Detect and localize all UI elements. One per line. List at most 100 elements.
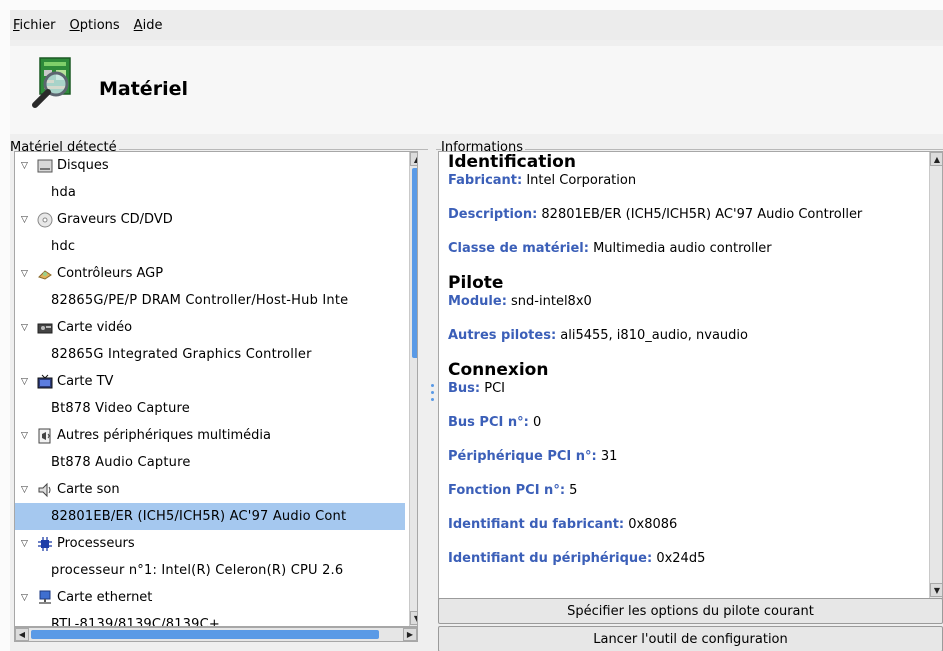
scrollbar-thumb[interactable]	[412, 168, 417, 358]
field-value: 5	[565, 483, 578, 498]
field-key: Identifiant du fabricant:	[448, 517, 625, 532]
tree-category-disques[interactable]: ▽ Disques	[15, 152, 405, 179]
tree-category-multimedia[interactable]: ▽ Autres périphériques multimédia	[15, 422, 405, 449]
menu-aide-accel: A	[133, 17, 143, 33]
section-connexion: Connexion	[448, 360, 549, 380]
field-value: 0x8086	[624, 517, 678, 532]
field-fonction-pci: Fonction PCI n°: 5	[448, 482, 926, 499]
field-module: Module: snd-intel8x0	[448, 293, 926, 310]
menu-aide[interactable]: Aide	[133, 16, 164, 35]
field-key: Bus:	[448, 381, 481, 396]
expand-triangle-icon[interactable]: ▽	[21, 377, 33, 387]
tree-category-carte-son[interactable]: ▽ Carte son	[15, 476, 405, 503]
tree-item-video-controller[interactable]: 82865G Integrated Graphics Controller	[15, 341, 405, 368]
hardware-tree[interactable]: ▽ Disques hda ▽ Graveurs CD/DVD hdc ▽ Co…	[14, 151, 418, 627]
tree-item-video-capture[interactable]: Bt878 Video Capture	[15, 395, 405, 422]
expand-triangle-icon[interactable]: ▽	[21, 431, 33, 441]
field-key: Fabricant:	[448, 173, 523, 188]
tree-category-carte-tv[interactable]: ▽ Carte TV	[15, 368, 405, 395]
tree-category-label: Graveurs CD/DVD	[57, 212, 173, 227]
expand-triangle-icon[interactable]: ▽	[21, 269, 33, 279]
application-window: Fichier Options Aide Matériel Matériel d…	[10, 10, 943, 651]
network-icon	[39, 590, 51, 604]
menu-fichier[interactable]: Fichier	[12, 16, 57, 35]
driver-options-button[interactable]: Spécifier les options du pilote courant	[438, 598, 943, 624]
menubar: Fichier Options Aide	[10, 10, 943, 40]
tree-item-label: hda	[51, 185, 77, 200]
field-value: 0	[528, 415, 542, 430]
expand-triangle-icon[interactable]: ▽	[21, 215, 33, 225]
tree-category-carte-video[interactable]: ▽ Carte vidéo	[15, 314, 405, 341]
tree-horizontal-scrollbar[interactable]: ◀ ▶	[14, 627, 418, 642]
field-bus: Bus: PCI	[448, 380, 926, 397]
tree-item-audio-controller-selected[interactable]: 82801EB/ER (ICH5/ICH5R) AC'97 Audio Cont	[15, 503, 405, 530]
panel-splitter[interactable]	[429, 380, 435, 420]
tree-category-ethernet[interactable]: ▽ Carte ethernet	[15, 584, 405, 611]
scroll-up-icon[interactable]: ▲	[410, 152, 417, 166]
video-card-icon	[37, 323, 53, 333]
field-key: Description:	[448, 207, 538, 222]
tree-item-agp-controller[interactable]: 82865G/PE/P DRAM Controller/Host-Hub Int…	[15, 287, 405, 314]
tree-category-agp[interactable]: ▽ Contrôleurs AGP	[15, 260, 405, 287]
tree-category-label: Carte TV	[57, 374, 114, 389]
field-value: ali5455, i810_audio, nvaudio	[556, 328, 748, 343]
information-content: Identification Fabricant: Intel Corporat…	[448, 152, 926, 567]
tree-vertical-scrollbar[interactable]: ▲ ▼	[409, 152, 417, 626]
expand-triangle-icon[interactable]: ▽	[21, 323, 33, 333]
scrollbar-thumb[interactable]	[31, 630, 379, 639]
field-classe: Classe de matériel: Multimedia audio con…	[448, 240, 926, 257]
menu-fichier-label: ichier	[19, 17, 56, 33]
field-id-fabricant: Identifiant du fabricant: 0x8086	[448, 516, 926, 533]
scroll-down-icon[interactable]: ▼	[410, 611, 417, 625]
field-bus-pci: Bus PCI n°: 0	[448, 414, 926, 431]
tree-item-label: Bt878 Audio Capture	[51, 455, 191, 470]
tree-category-label: Disques	[57, 158, 109, 173]
field-key: Périphérique PCI n°:	[448, 449, 597, 464]
field-value: snd-intel8x0	[506, 294, 592, 309]
tree-item-label: processeur n°1: Intel(R) Celeron(R) CPU …	[51, 563, 344, 578]
tree-category-processeurs[interactable]: ▽ Processeurs	[15, 530, 405, 557]
field-peripherique-pci: Périphérique PCI n°: 31	[448, 448, 926, 465]
field-value: Multimedia audio controller	[588, 241, 772, 256]
tree-item-label: 82801EB/ER (ICH5/ICH5R) AC'97 Audio Cont	[51, 509, 347, 524]
information-panel: Identification Fabricant: Intel Corporat…	[438, 151, 943, 599]
tree-category-graveurs[interactable]: ▽ Graveurs CD/DVD	[15, 206, 405, 233]
speaker-icon	[38, 482, 51, 497]
config-tool-button[interactable]: Lancer l'outil de configuration	[438, 626, 943, 651]
tree-category-label: Processeurs	[57, 536, 135, 551]
menu-options[interactable]: Options	[69, 16, 121, 35]
agp-icon	[38, 269, 52, 280]
tree-item-label: hdc	[51, 239, 76, 254]
field-id-peripherique: Identifiant du périphérique: 0x24d5	[448, 550, 926, 567]
field-value: PCI	[480, 381, 505, 396]
scroll-left-icon[interactable]: ◀	[15, 628, 29, 641]
section-pilote: Pilote	[448, 273, 504, 293]
field-key: Bus PCI n°:	[448, 415, 529, 430]
scroll-up-icon[interactable]: ▲	[930, 152, 942, 166]
tree-item-hda[interactable]: hda	[15, 179, 405, 206]
info-vertical-scrollbar[interactable]: ▲ ▼	[929, 152, 942, 598]
tv-card-icon	[37, 374, 53, 388]
tree-category-label: Carte ethernet	[57, 590, 153, 605]
tree-item-hdc[interactable]: hdc	[15, 233, 405, 260]
scroll-down-icon[interactable]: ▼	[930, 583, 942, 597]
field-key: Autres pilotes:	[448, 328, 557, 343]
field-value: 0x24d5	[652, 551, 706, 566]
expand-triangle-icon[interactable]: ▽	[21, 539, 33, 549]
tree-item-audio-capture[interactable]: Bt878 Audio Capture	[15, 449, 405, 476]
section-identification: Identification	[448, 152, 576, 172]
field-value: 82801EB/ER (ICH5/ICH5R) AC'97 Audio Cont…	[537, 207, 863, 222]
expand-triangle-icon[interactable]: ▽	[21, 485, 33, 495]
tree-item-processor[interactable]: processeur n°1: Intel(R) Celeron(R) CPU …	[15, 557, 405, 584]
expand-triangle-icon[interactable]: ▽	[21, 161, 33, 171]
menu-options-label: ptions	[79, 17, 120, 33]
cdrom-icon	[37, 212, 53, 227]
menu-aide-label: ide	[142, 17, 163, 33]
scroll-right-icon[interactable]: ▶	[403, 628, 417, 641]
multimedia-icon	[38, 428, 51, 443]
field-description: Description: 82801EB/ER (ICH5/ICH5R) AC'…	[448, 206, 926, 223]
cpu-icon	[38, 536, 52, 551]
field-key: Identifiant du périphérique:	[448, 551, 653, 566]
expand-triangle-icon[interactable]: ▽	[21, 593, 33, 603]
tree-item-ethernet[interactable]: RTL-8139/8139C/8139C+	[15, 611, 405, 626]
